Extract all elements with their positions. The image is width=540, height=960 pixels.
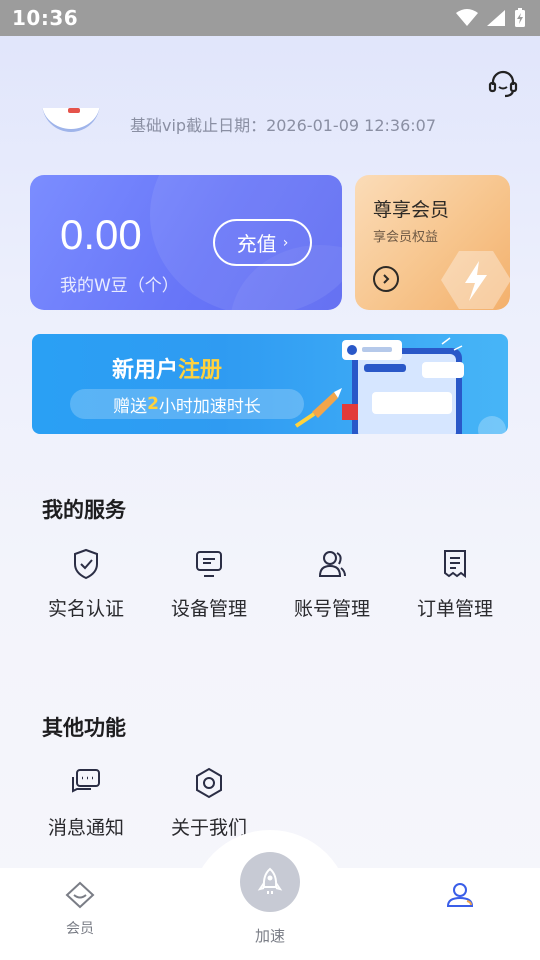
service-label: 订单管理 [416, 598, 493, 620]
banner-pill-prefix: 赠送 [113, 396, 148, 417]
service-item-devices[interactable]: 设备管理 [159, 548, 259, 621]
message-icon [72, 769, 100, 793]
tab-label: 加速 [254, 927, 285, 945]
tab-member[interactable]: 会员 [40, 880, 120, 938]
status-icons [456, 8, 526, 28]
member-title: 尊享会员 [373, 199, 450, 221]
service-label: 实名认证 [47, 598, 124, 620]
profile-header: 基础vip截止日期：2026-01-09 12:36:07 [0, 108, 540, 134]
wifi-icon [456, 9, 478, 26]
feature-label: 消息通知 [47, 817, 124, 839]
document-icon [444, 550, 466, 578]
service-item-real-name[interactable]: 实名认证 [36, 548, 136, 621]
banner-promo-pill: 赠送 2 小时加速时长 [70, 389, 304, 419]
status-bar: 10:36 [0, 0, 540, 36]
member-subtitle: 享会员权益 [373, 230, 439, 245]
diamond-icon [65, 881, 95, 909]
user-icon [446, 883, 474, 907]
section-title-other-features: 其他功能 [42, 716, 126, 740]
feature-item-messages[interactable]: 消息通知 [36, 767, 136, 840]
banner-pill-suffix: 小时加速时长 [158, 396, 261, 417]
monitor-icon [196, 551, 222, 577]
avatar[interactable] [42, 108, 100, 132]
recharge-button[interactable]: 充值 › [213, 219, 312, 266]
service-label: 账号管理 [293, 598, 370, 620]
service-label: 设备管理 [170, 598, 247, 620]
vip-expiry-text: 基础vip截止日期：2026-01-09 12:36:07 [130, 116, 437, 134]
tab-profile[interactable] [420, 880, 500, 918]
shield-check-icon [74, 548, 98, 580]
wallet-balance: 0.00 [60, 211, 142, 258]
headset-icon[interactable] [487, 68, 519, 100]
banner-illustration [294, 337, 506, 434]
banner-pill-highlight: 2 [147, 394, 159, 414]
section-title-my-services: 我的服务 [42, 498, 126, 522]
banner-title: 新用户注册 [112, 352, 222, 384]
users-icon [318, 551, 346, 577]
battery-icon [515, 8, 525, 27]
wallet-label: 我的W豆（个） [60, 276, 179, 296]
signal-icon [487, 10, 505, 26]
hexagon-icon [196, 767, 222, 799]
rocket-icon [257, 867, 283, 894]
banner-title-highlight: 注册 [178, 358, 223, 383]
member-card[interactable]: 尊享会员 享会员权益 [355, 175, 510, 310]
tab-accelerate[interactable] [240, 852, 300, 912]
status-time: 10:36 [12, 6, 79, 30]
feature-item-about[interactable]: 关于我们 [159, 767, 259, 840]
banner-title-prefix: 新用户 [112, 358, 179, 383]
recharge-label: 充值 [236, 232, 277, 256]
service-item-orders[interactable]: 订单管理 [405, 548, 505, 621]
service-item-accounts[interactable]: 账号管理 [282, 548, 382, 621]
lightning-icon [441, 251, 510, 309]
feature-label: 关于我们 [170, 817, 247, 839]
tab-label: 会员 [66, 921, 94, 937]
wallet-card[interactable]: 0.00 我的W豆（个） 充值 › [30, 175, 342, 310]
new-user-banner[interactable]: 新用户注册 赠送 2 小时加速时长 [32, 334, 508, 434]
arrow-right-circle-icon[interactable] [373, 266, 399, 292]
chevron-right-icon: › [282, 234, 289, 251]
